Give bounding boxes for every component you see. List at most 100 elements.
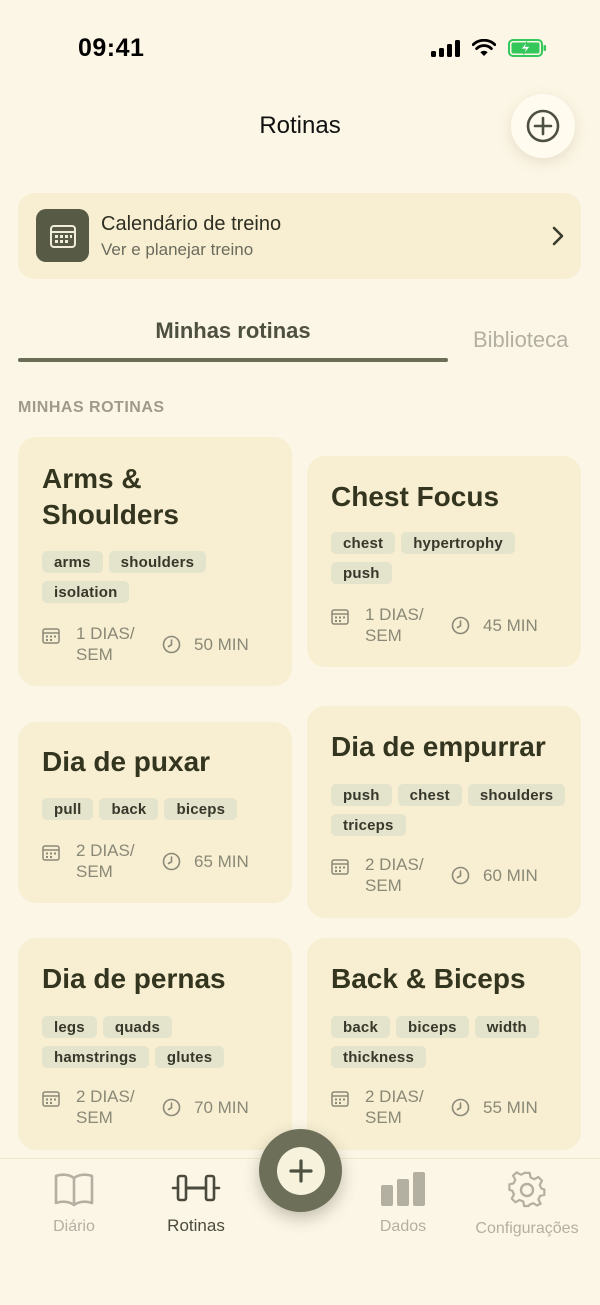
wifi-icon <box>472 39 496 56</box>
calendar-icon <box>331 1091 349 1107</box>
book-icon <box>54 1173 94 1207</box>
routine-tag: quads <box>102 1016 173 1038</box>
plus-circle-icon <box>526 109 560 143</box>
routine-days: 2 DIAS/ SEM <box>76 841 135 881</box>
routine-tag: chest <box>397 784 462 806</box>
routine-duration: 70 MIN <box>194 1098 249 1117</box>
calendar-icon <box>42 845 60 861</box>
nav-item-configuracoes[interactable]: Configurações <box>464 1171 590 1238</box>
routine-duration: 45 MIN <box>483 616 538 635</box>
tab-my-routines[interactable]: Minhas rotinas <box>18 318 448 344</box>
calendar-card[interactable]: Calendário de treino Ver e planejar trei… <box>18 193 581 279</box>
nav-label: Dados <box>379 1218 427 1235</box>
routine-tags: push chest shoulders triceps <box>331 784 569 836</box>
status-icons <box>431 38 548 58</box>
routine-tag: triceps <box>331 814 406 836</box>
calendar-icon <box>331 859 349 875</box>
section-label: MINHAS ROTINAS <box>18 399 165 416</box>
clock-icon <box>451 616 470 635</box>
nav-item-dados[interactable]: Dados <box>370 1171 436 1236</box>
nav-label: Diário <box>53 1218 95 1235</box>
routine-tag: hypertrophy <box>401 532 515 554</box>
routine-tags: arms shoulders isolation <box>42 551 280 603</box>
routine-meta: 2 DIAS/ SEM 70 MIN <box>42 1086 282 1130</box>
routine-duration: 55 MIN <box>483 1098 538 1117</box>
bar-chart-icon <box>381 1172 425 1206</box>
routine-tag: legs <box>42 1016 97 1038</box>
calendar-card-title: Calendário de treino <box>101 213 282 235</box>
routine-card[interactable]: Dia de pernas legs quads hamstrings glut… <box>18 938 292 1150</box>
routine-duration: 60 MIN <box>483 866 538 885</box>
routine-meta: 2 DIAS/ SEM 60 MIN <box>331 854 571 898</box>
chevron-right-icon <box>552 226 564 246</box>
add-routine-button[interactable] <box>511 94 575 158</box>
routine-tag: chest <box>331 532 396 554</box>
calendar-card-subtitle: Ver e planejar treino <box>101 240 254 259</box>
signal-icon <box>431 39 460 57</box>
clock-icon <box>162 852 181 871</box>
routine-tag: width <box>474 1016 539 1038</box>
routine-days: 2 DIAS/ SEM <box>76 1087 135 1127</box>
routine-duration: 65 MIN <box>194 852 249 871</box>
routine-tag: biceps <box>164 798 238 820</box>
routine-tag: push <box>331 562 392 584</box>
routine-tags: chest hypertrophy push <box>331 532 569 584</box>
routine-card[interactable]: Chest Focus chest hypertrophy push 1 DIA… <box>307 456 581 667</box>
routine-title: Dia de pernas <box>42 963 226 994</box>
calendar-icon <box>331 609 349 625</box>
routine-tag: hamstrings <box>42 1046 149 1068</box>
calendar-icon <box>36 209 89 262</box>
calendar-icon <box>42 628 60 644</box>
routine-tag: thickness <box>331 1046 426 1068</box>
tab-library[interactable]: Biblioteca <box>473 327 568 353</box>
nav-label: Rotinas <box>167 1216 225 1235</box>
routine-tag: isolation <box>42 581 130 603</box>
routine-title: Arms & Shoulders <box>42 463 179 530</box>
routine-duration: 50 MIN <box>194 635 249 654</box>
status-bar: 09:41 <box>0 0 600 96</box>
routine-tag: back <box>331 1016 390 1038</box>
routine-title: Dia de puxar <box>42 746 211 777</box>
routine-days: 2 DIAS/ SEM <box>365 1087 424 1127</box>
clock-icon <box>451 1098 470 1117</box>
routine-title: Back & Biceps <box>331 963 526 994</box>
routine-tag: glutes <box>154 1046 225 1068</box>
routine-tags: back biceps width thickness <box>331 1016 569 1068</box>
routine-tag: push <box>331 784 392 806</box>
routine-meta: 2 DIAS/ SEM 55 MIN <box>331 1086 571 1130</box>
routine-days: 1 DIAS/ SEM <box>365 605 424 645</box>
nav-item-diario[interactable]: Diário <box>40 1171 108 1236</box>
clock-icon <box>162 1098 181 1117</box>
plus-icon <box>276 1146 325 1195</box>
routine-meta: 1 DIAS/ SEM 50 MIN <box>42 623 282 667</box>
clock-icon <box>451 866 470 885</box>
routine-tags: pull back biceps <box>42 798 280 820</box>
routine-tag: shoulders <box>467 784 566 806</box>
routine-title: Chest Focus <box>331 481 500 512</box>
routine-tag: biceps <box>396 1016 469 1038</box>
routine-card[interactable]: Dia de empurrar push chest shoulders tri… <box>307 706 581 918</box>
clock-icon <box>162 635 181 654</box>
routine-tag: shoulders <box>108 551 207 573</box>
gear-icon <box>508 1171 546 1208</box>
nav-item-rotinas[interactable]: Rotinas <box>156 1171 236 1236</box>
status-time: 09:41 <box>78 34 145 62</box>
routine-days: 2 DIAS/ SEM <box>365 855 424 895</box>
battery-charging-icon <box>508 39 546 57</box>
quick-add-button[interactable] <box>259 1129 342 1212</box>
routine-meta: 2 DIAS/ SEM 65 MIN <box>42 840 282 884</box>
routine-title: Dia de empurrar <box>331 731 546 762</box>
routine-tag: arms <box>42 551 103 573</box>
dumbbell-icon <box>171 1174 221 1202</box>
routine-meta: 1 DIAS/ SEM 45 MIN <box>331 604 571 648</box>
routine-card[interactable]: Dia de puxar pull back biceps 2 DIAS/ SE… <box>18 722 292 903</box>
routine-tags: legs quads hamstrings glutes <box>42 1016 280 1068</box>
page-title: Rotinas <box>259 112 341 139</box>
routine-card[interactable]: Back & Biceps back biceps width thicknes… <box>307 938 581 1150</box>
routine-tag: pull <box>42 798 94 820</box>
nav-label: Configurações <box>475 1220 579 1237</box>
routine-tag: back <box>99 798 159 820</box>
routine-days: 1 DIAS/ SEM <box>76 624 135 664</box>
tab-active-indicator <box>18 358 448 362</box>
routine-card[interactable]: Arms & Shoulders arms shoulders isolatio… <box>18 437 292 686</box>
